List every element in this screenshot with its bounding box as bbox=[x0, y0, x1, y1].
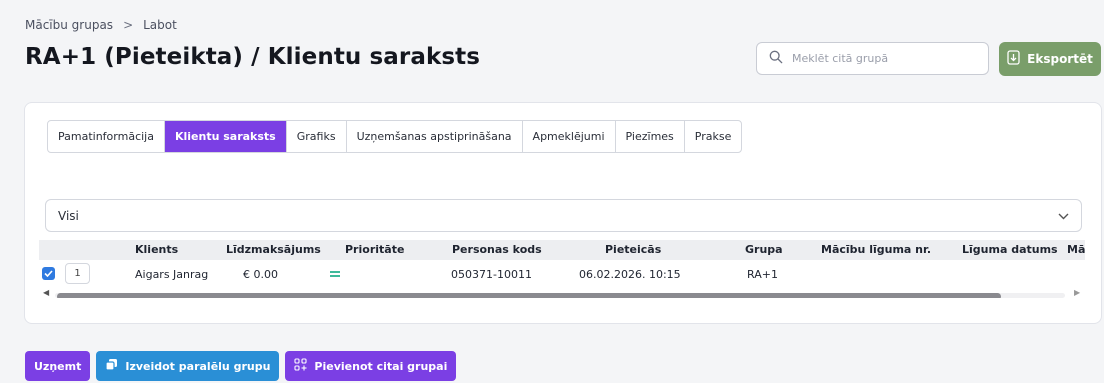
cell-group: RA+1 bbox=[747, 268, 778, 281]
row-number: 1 bbox=[65, 263, 90, 284]
cell-client: Aigars Janrag bbox=[135, 268, 209, 281]
add-to-other-group-button[interactable]: Pievienot citai grupai bbox=[285, 351, 457, 381]
breadcrumb-current: Labot bbox=[143, 18, 177, 32]
scroll-right-arrow-icon[interactable]: ▶ bbox=[1074, 288, 1080, 297]
cell-applied: 06.02.2026. 10:15 bbox=[579, 268, 681, 281]
admit-label: Uzņemt bbox=[34, 359, 82, 373]
admit-button[interactable]: Uzņemt bbox=[25, 351, 91, 381]
tab-piezimes[interactable]: Piezīmes bbox=[616, 121, 685, 152]
column-header-pieteicas[interactable]: Pieteicās bbox=[605, 243, 661, 256]
content-card: Pamatinformācija Klientu saraksts Grafik… bbox=[24, 102, 1102, 324]
filter-value: Visi bbox=[58, 208, 79, 223]
equals-priority-icon bbox=[330, 271, 340, 279]
export-label: Eksportēt bbox=[1027, 52, 1093, 66]
tab-pamatinformacija[interactable]: Pamatinformācija bbox=[48, 121, 165, 152]
row-checkbox[interactable] bbox=[42, 267, 55, 280]
scroll-left-arrow-icon[interactable]: ◀ bbox=[43, 288, 49, 297]
create-parallel-group-button[interactable]: Izveidot paralēlu grupu bbox=[96, 351, 280, 381]
file-export-icon bbox=[1007, 50, 1020, 68]
cell-personal-code: 050371-10011 bbox=[451, 268, 532, 281]
export-button[interactable]: Eksportēt bbox=[999, 42, 1101, 76]
column-header-klients[interactable]: Klients bbox=[135, 243, 178, 256]
chevron-down-icon bbox=[1058, 209, 1069, 223]
search-input[interactable] bbox=[792, 52, 982, 65]
search-icon bbox=[769, 49, 783, 68]
breadcrumb: Mācību grupas > Labot bbox=[25, 18, 177, 32]
column-header-prioritate[interactable]: Prioritāte bbox=[345, 243, 404, 256]
column-header-personas-kods[interactable]: Personas kods bbox=[452, 243, 542, 256]
tab-apmeklejumi[interactable]: Apmeklējumi bbox=[523, 121, 616, 152]
action-bar: Uzņemt Izveidot paralēlu grupu Pievienot… bbox=[25, 351, 457, 381]
copy-icon bbox=[105, 358, 118, 374]
cell-copay: € 0.00 bbox=[243, 268, 278, 281]
search-box[interactable] bbox=[756, 42, 989, 75]
column-header-lidzmaksajums[interactable]: Līdzmaksājums bbox=[226, 243, 321, 256]
page-title: RA+1 (Pieteikta) / Klientu saraksts bbox=[25, 44, 481, 70]
clients-table: Klients Līdzmaksājums Prioritāte Persona… bbox=[39, 240, 1085, 298]
breadcrumb-separator: > bbox=[123, 18, 134, 32]
column-header-liguma-datums[interactable]: Līguma datums bbox=[962, 243, 1058, 256]
add-to-other-group-label: Pievienot citai grupai bbox=[314, 359, 448, 373]
create-parallel-group-label: Izveidot paralēlu grupu bbox=[125, 359, 271, 373]
tab-uznemsanas-apstiprinasana[interactable]: Uzņemšanas apstiprināšana bbox=[347, 121, 523, 152]
column-header-grupa[interactable]: Grupa bbox=[745, 243, 783, 256]
breadcrumb-parent-link[interactable]: Mācību grupas bbox=[25, 18, 113, 32]
tab-klientu-saraksts[interactable]: Klientu saraksts bbox=[164, 121, 287, 152]
scrollbar-thumb[interactable] bbox=[57, 293, 1001, 298]
tab-prakse[interactable]: Prakse bbox=[685, 121, 742, 152]
grid-plus-icon bbox=[294, 358, 307, 374]
filter-select[interactable]: Visi bbox=[45, 199, 1082, 232]
table-header: Klients Līdzmaksājums Prioritāte Persona… bbox=[39, 240, 1085, 260]
tab-bar: Pamatinformācija Klientu saraksts Grafik… bbox=[47, 120, 743, 153]
tab-grafiks[interactable]: Grafiks bbox=[287, 121, 347, 152]
column-header-macib[interactable]: Mācīl bbox=[1067, 243, 1085, 256]
column-header-macibu-liguma-nr[interactable]: Mācību līguma nr. bbox=[821, 243, 931, 256]
